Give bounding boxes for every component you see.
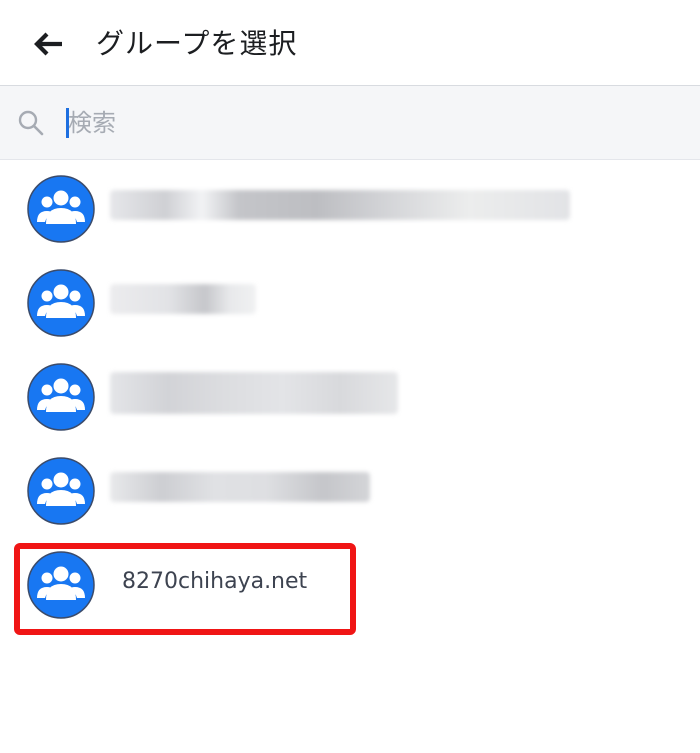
group-list-item[interactable] (0, 254, 700, 348)
group-list-item[interactable] (0, 348, 700, 442)
obscured-group-name (110, 190, 570, 220)
text-cursor (66, 108, 69, 138)
search-icon (18, 110, 44, 136)
group-list-item[interactable] (0, 160, 700, 254)
obscured-group-name (110, 372, 398, 414)
search-input[interactable] (66, 104, 668, 142)
group-icon (27, 457, 95, 525)
page-title: グループを選択 (96, 27, 298, 60)
group-list-item-selected[interactable]: 8270chihaya.net (0, 536, 700, 630)
obscured-group-name (110, 472, 370, 502)
search-bar (0, 86, 700, 160)
group-icon (27, 269, 95, 337)
obscured-group-name (110, 284, 256, 314)
group-name: 8270chihaya.net (122, 569, 308, 594)
arrow-left-icon (34, 32, 62, 56)
back-button[interactable] (28, 24, 68, 64)
app-header: グループを選択 (0, 0, 700, 86)
group-icon (27, 363, 95, 431)
group-icon (27, 175, 95, 243)
group-icon (27, 551, 95, 619)
group-list-item[interactable] (0, 442, 700, 536)
